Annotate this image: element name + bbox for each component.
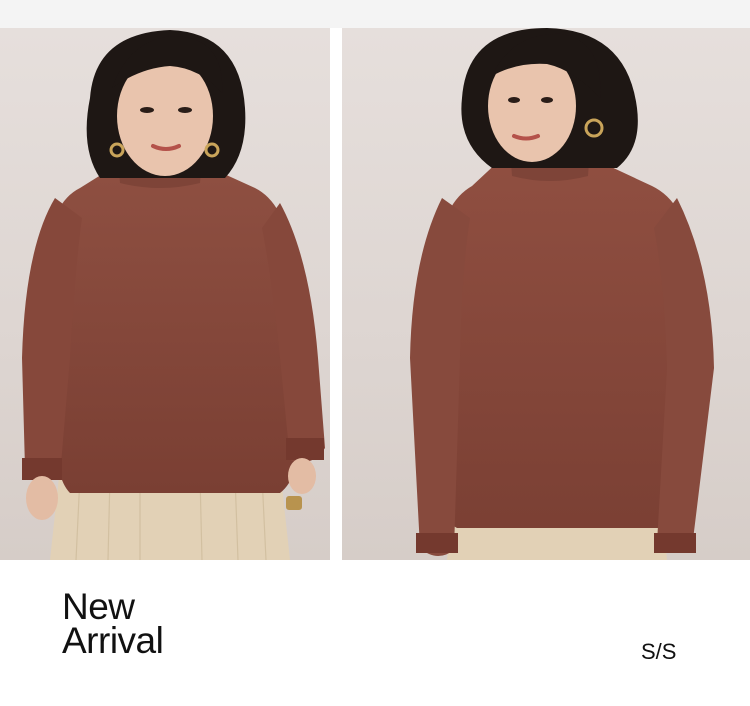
sweater-body	[437, 152, 690, 528]
season-label: S/S	[641, 639, 677, 664]
wristwatch	[286, 496, 302, 510]
top-strip	[0, 0, 750, 28]
new-arrival-headline: New Arrival	[62, 586, 164, 661]
headline-line-1: New	[62, 586, 135, 627]
headline-line-2: Arrival	[62, 620, 164, 661]
product-photo-front	[0, 28, 330, 560]
product-photo-angle	[342, 28, 750, 560]
model-front-illustration	[22, 30, 325, 560]
sweater-body	[48, 158, 300, 493]
model-angle-illustration	[410, 28, 714, 560]
